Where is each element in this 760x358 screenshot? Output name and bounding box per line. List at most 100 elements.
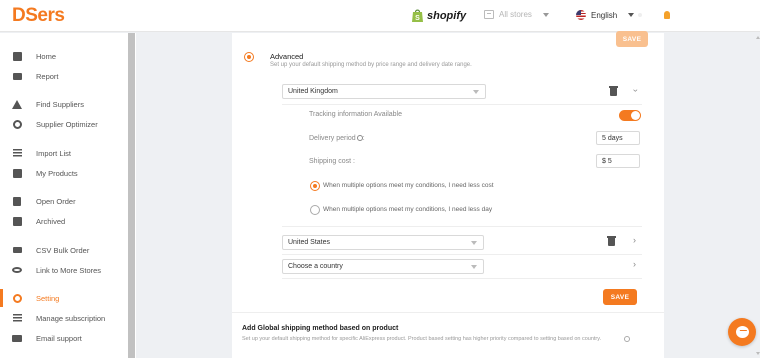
less-cost-radio[interactable] (310, 181, 320, 191)
chevron-right-icon[interactable]: › (633, 260, 636, 269)
house-icon (12, 99, 22, 109)
store-selector-label: All stores (499, 10, 532, 19)
delivery-period-text: Delivery period (309, 135, 356, 142)
less-day-label: When multiple options meet my conditions… (323, 206, 493, 213)
sidebar-item-supplier-optimizer[interactable]: Supplier Optimizer (0, 115, 128, 133)
store-selector[interactable]: All stores (484, 10, 549, 19)
chevron-down-icon[interactable]: › (631, 89, 641, 92)
country-select-us[interactable]: United States (282, 235, 484, 250)
sidebar: Home Report Find Suppliers Supplier Opti… (0, 33, 136, 358)
country-select-value: Choose a country (288, 263, 343, 270)
sidebar-item-label: Find Suppliers (36, 99, 84, 109)
save-button[interactable]: SAVE (603, 289, 637, 305)
sidebar-item-my-products[interactable]: My Products (0, 164, 128, 182)
divider (282, 226, 642, 227)
list-icon (12, 148, 22, 158)
sidebar-item-find-suppliers[interactable]: Find Suppliers (0, 95, 128, 113)
divider (282, 278, 642, 279)
sidebar-item-label: Open Order (36, 196, 76, 206)
shipping-cost-label: Shipping cost : (309, 158, 355, 165)
envelope-icon (12, 333, 22, 343)
sliders-icon (12, 313, 22, 323)
sidebar-item-label: Supplier Optimizer (36, 119, 98, 129)
gear-icon (12, 293, 22, 303)
main-content: SAVE Advanced Set up your default shippi… (136, 31, 760, 358)
delivery-period-input[interactable]: 5 days (596, 131, 640, 145)
sidebar-item-label: Archived (36, 216, 66, 226)
order-icon (12, 196, 22, 206)
chevron-down-icon (473, 90, 479, 94)
sidebar-item-open-order[interactable]: Open Order (0, 192, 128, 210)
sidebar-item-setting[interactable]: Setting (0, 289, 128, 307)
advanced-description: Set up your default shipping method by p… (270, 62, 472, 68)
megaphone-icon (12, 245, 22, 255)
sidebar-item-label: CSV Bulk Order (36, 245, 90, 255)
advanced-title: Advanced (270, 52, 304, 61)
products-icon (12, 168, 22, 178)
sidebar-item-label: Email support (36, 333, 82, 343)
trash-icon[interactable] (609, 86, 618, 96)
sidebar-scrollbar[interactable] (128, 33, 135, 358)
advanced-radio[interactable] (244, 52, 254, 62)
delivery-period-label: Delivery period: (309, 135, 365, 142)
sidebar-item-archived[interactable]: Archived (0, 212, 128, 230)
scroll-up-icon[interactable] (756, 36, 760, 39)
divider (232, 312, 664, 313)
active-indicator (0, 289, 3, 307)
global-shipping-description: Set up your default shipping method for … (242, 336, 602, 342)
sidebar-item-label: Report (36, 71, 59, 81)
trash-icon[interactable] (607, 236, 616, 246)
chevron-down-icon (542, 12, 549, 17)
messenger-chat-button[interactable] (728, 318, 756, 346)
report-icon (12, 71, 22, 81)
svg-text:S: S (415, 15, 420, 22)
global-shipping-title: Add Global shipping method based on prod… (242, 325, 399, 332)
shipping-settings-card: SAVE Advanced Set up your default shippi… (232, 31, 664, 358)
country-select-value: United Kingdom (288, 88, 338, 95)
tracking-toggle[interactable] (619, 110, 641, 121)
global-radio[interactable] (624, 336, 630, 342)
link-icon (12, 265, 22, 275)
sidebar-item-link-stores[interactable]: Link to More Stores (0, 261, 128, 279)
less-day-radio[interactable] (310, 205, 320, 215)
language-selector[interactable]: English (576, 10, 635, 20)
save-button-top[interactable]: SAVE (616, 31, 648, 47)
shipping-cost-input[interactable]: $ 5 (596, 154, 640, 168)
shopify-bag-icon: S (412, 9, 423, 22)
store-icon (484, 10, 494, 19)
sidebar-item-label: Import List (36, 148, 72, 158)
sidebar-item-label: Link to More Stores (36, 265, 102, 275)
sidebar-item-import-list[interactable]: Import List (0, 144, 128, 162)
platform-badge: S shopify (411, 8, 466, 23)
country-select-uk[interactable]: United Kingdom (282, 84, 486, 99)
archive-icon (12, 216, 22, 226)
sidebar-item-manage-subscription[interactable]: Manage subscription (0, 309, 128, 327)
sidebar-item-label: Manage subscription (36, 313, 106, 323)
chevron-down-icon (471, 265, 477, 269)
chevron-right-icon[interactable]: › (633, 236, 636, 245)
divider (282, 104, 642, 105)
sidebar-item-report[interactable]: Report (0, 67, 128, 85)
sidebar-item-csv-bulk-order[interactable]: CSV Bulk Order (0, 241, 128, 259)
home-grid-icon (12, 51, 22, 61)
info-icon (356, 135, 363, 142)
bell-icon[interactable] (664, 11, 670, 19)
search-icon (12, 119, 22, 129)
country-select-value: United States (288, 239, 331, 246)
sidebar-item-label: Setting (36, 293, 60, 303)
divider (282, 254, 642, 255)
sidebar-item-home[interactable]: Home (0, 47, 128, 65)
platform-label: shopify (427, 9, 467, 22)
sidebar-item-label: Home (36, 51, 57, 61)
us-flag-icon (576, 10, 586, 20)
sidebar-item-label: My Products (36, 168, 78, 178)
chevron-down-icon (628, 13, 635, 17)
scroll-down-icon[interactable] (756, 352, 760, 355)
top-bar: DSers S shopify All stores English (0, 0, 760, 32)
sidebar-item-email-support[interactable]: Email support (0, 329, 128, 347)
dot-icon (638, 13, 642, 17)
country-select-new[interactable]: Choose a country (282, 259, 484, 274)
language-label: English (591, 10, 618, 20)
dsers-logo[interactable]: DSers (12, 5, 65, 27)
chevron-down-icon (471, 241, 477, 245)
